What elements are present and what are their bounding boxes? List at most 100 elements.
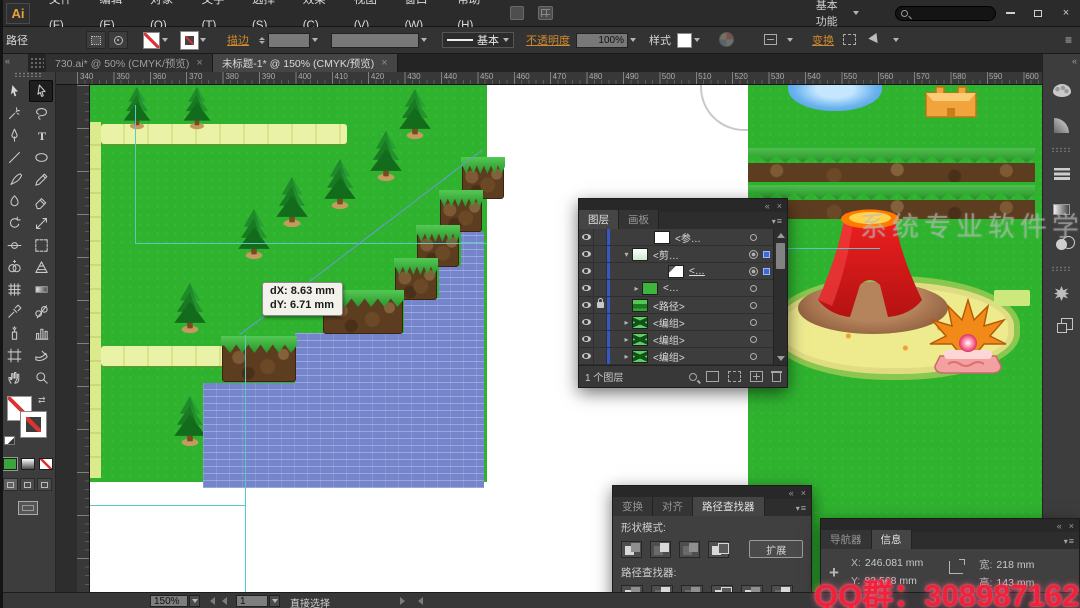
scroll-up-icon[interactable]	[777, 233, 785, 238]
lock-toggle[interactable]	[594, 331, 607, 347]
opacity-field[interactable]: 100%	[576, 33, 628, 48]
layer-row[interactable]: ▸ <编组>	[579, 331, 773, 348]
layer-name[interactable]: <编组>	[653, 349, 746, 364]
rotate-tool[interactable]	[2, 212, 26, 234]
first-artboard-icon[interactable]	[210, 597, 215, 605]
draw-normal-button[interactable]	[3, 478, 18, 491]
artboard-tool[interactable]	[2, 344, 26, 366]
panel-grip[interactable]	[14, 72, 41, 77]
new-sublayer-icon[interactable]	[728, 371, 741, 382]
stroke-weight-field[interactable]	[268, 33, 310, 48]
opacity-dropdown[interactable]	[628, 32, 637, 49]
target-circle[interactable]	[746, 285, 760, 292]
stroke-panel-icon[interactable]	[1049, 161, 1075, 187]
expand-arrow-icon[interactable]: ▸	[631, 284, 642, 293]
free-transform-tool[interactable]	[29, 234, 53, 256]
stroke-weight-stepper[interactable]	[259, 37, 265, 44]
width-tool[interactable]	[2, 234, 26, 256]
collapse-icon[interactable]: «	[765, 201, 769, 211]
stroke-link[interactable]: 描边	[227, 32, 249, 48]
target-circle[interactable]	[746, 302, 760, 309]
scroll-left-icon[interactable]	[418, 597, 423, 605]
arrange-documents-icon[interactable]	[510, 6, 525, 20]
minimize-button[interactable]	[996, 0, 1024, 26]
tab-navigator[interactable]: 导航器	[821, 530, 872, 549]
select-similar-icon[interactable]	[870, 32, 888, 48]
panel-menu-icon[interactable]: ≡	[772, 216, 782, 226]
prev-artboard-icon[interactable]	[222, 597, 227, 605]
minus-front-button[interactable]	[650, 541, 671, 558]
symbol-sprayer-tool[interactable]	[2, 322, 26, 344]
artboard-dropdown[interactable]	[269, 595, 280, 607]
close-button[interactable]: ×	[1052, 0, 1080, 26]
layer-thumbnail[interactable]	[642, 282, 658, 295]
canvas-viewport[interactable]: dX: 8.63 mm dY: 6.71 mm	[90, 85, 1042, 592]
perspective-grid-tool[interactable]	[29, 256, 53, 278]
layers-scrollbar[interactable]	[773, 229, 787, 365]
new-layer-icon[interactable]	[750, 371, 763, 382]
layer-thumbnail[interactable]	[632, 316, 648, 329]
expand-arrow-icon[interactable]: ▾	[621, 250, 632, 259]
direct-selection-tool[interactable]	[29, 80, 53, 102]
scale-tool[interactable]	[29, 212, 53, 234]
layer-name[interactable]: <编组>	[653, 315, 746, 330]
width-profile-dropdown[interactable]	[419, 32, 428, 49]
visibility-toggle[interactable]	[579, 348, 594, 364]
blob-brush-tool[interactable]	[2, 190, 26, 212]
layer-name[interactable]: <路径>	[653, 298, 746, 313]
tab-info[interactable]: 信息	[872, 530, 912, 549]
target-circle[interactable]	[746, 353, 760, 360]
symbols-panel-icon[interactable]	[1049, 280, 1075, 306]
zoom-dropdown[interactable]	[189, 595, 200, 607]
expand-arrow-icon[interactable]: ▸	[621, 318, 632, 327]
opacity-link[interactable]: 不透明度	[526, 32, 570, 48]
stroke-dropdown[interactable]	[198, 32, 207, 49]
draw-inside-button[interactable]	[37, 478, 52, 491]
zoom-level-field[interactable]: 150%	[150, 595, 188, 607]
lock-toggle[interactable]	[594, 229, 607, 245]
swap-fill-stroke-icon[interactable]: ⇄	[38, 395, 46, 406]
vertical-ruler[interactable]	[77, 85, 90, 592]
select-similar-dropdown[interactable]	[891, 32, 900, 49]
layer-row[interactable]: <参…	[579, 229, 773, 246]
expand-button[interactable]: 扩展	[749, 540, 803, 558]
layer-row[interactable]: ▸ <编组>	[579, 314, 773, 331]
gradient-tool[interactable]	[29, 278, 53, 300]
isolate-button[interactable]	[86, 31, 106, 49]
artboard-number-field[interactable]: 1	[236, 595, 268, 607]
visibility-toggle[interactable]	[579, 280, 594, 296]
scroll-thumb[interactable]	[776, 243, 785, 269]
tab-artboards[interactable]: 画板	[619, 210, 659, 229]
tab-align[interactable]: 对齐	[653, 497, 693, 516]
layer-row[interactable]: ▾ <剪…	[579, 246, 773, 263]
layer-thumbnail[interactable]	[632, 248, 648, 261]
eraser-tool[interactable]	[29, 190, 53, 212]
selection-tool[interactable]	[2, 80, 26, 102]
target-circle[interactable]	[746, 234, 760, 241]
layer-row[interactable]: <路径>	[579, 297, 773, 314]
visibility-toggle[interactable]	[579, 263, 594, 279]
shape-builder-tool[interactable]	[2, 256, 26, 278]
collapse-icon[interactable]: «	[789, 488, 793, 498]
fill-dropdown[interactable]	[160, 32, 169, 49]
align-icon[interactable]	[764, 32, 782, 48]
pen-tool[interactable]	[2, 124, 26, 146]
target-circle[interactable]	[746, 267, 760, 276]
color-button-gradient[interactable]	[21, 458, 35, 470]
visibility-toggle[interactable]	[579, 229, 594, 245]
hand-tool[interactable]	[2, 366, 26, 388]
color-panel-icon[interactable]	[1049, 77, 1075, 103]
scroll-down-icon[interactable]	[777, 356, 785, 361]
magic-wand-tool[interactable]	[2, 102, 26, 124]
close-icon[interactable]: ×	[801, 488, 805, 498]
layer-name[interactable]: <剪…	[653, 247, 746, 262]
dock-grip[interactable]	[1051, 147, 1072, 152]
expand-arrow-icon[interactable]: ▸	[621, 352, 632, 361]
lock-toggle[interactable]	[594, 280, 607, 296]
tab-layers[interactable]: 图层	[579, 210, 619, 229]
layer-name[interactable]: <…	[689, 266, 746, 277]
document-tab-1[interactable]: 730.ai* @ 50% (CMYK/预览) ×	[46, 54, 213, 72]
paintbrush-tool[interactable]	[2, 168, 26, 190]
restore-button[interactable]	[1024, 0, 1052, 26]
screen-mode-button[interactable]	[18, 501, 38, 515]
